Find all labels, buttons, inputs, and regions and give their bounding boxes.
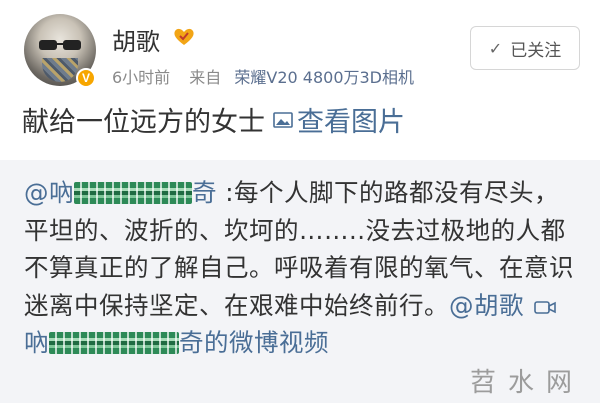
repost-text: @吶奇 :每个人脚下的路都没有尽头，平坦的、波折的、坎坷的……..没去过极地的人… (24, 174, 580, 362)
video-camera-icon (534, 300, 557, 314)
avatar-beard (42, 58, 78, 82)
image-icon (273, 111, 293, 128)
censored-mosaic (74, 182, 192, 204)
censored-mosaic (49, 332, 179, 354)
source-device[interactable]: 荣耀V20 4800万3D相机 (234, 68, 414, 87)
username[interactable]: 胡歌 (112, 22, 160, 57)
post-meta: 6小时前 来自 荣耀V20 4800万3D相机 (112, 64, 414, 88)
verified-badge-icon: V (76, 68, 96, 88)
source-label: 来自 (189, 68, 222, 87)
view-image-link[interactable]: 查看图片 (273, 100, 405, 139)
post-content: 献给一位远方的女士 查看图片 (22, 100, 405, 139)
follow-label: 已关注 (510, 40, 562, 61)
repost-box[interactable]: @吶奇 :每个人脚下的路都没有尽头，平坦的、波折的、坎坷的……..没去过极地的人… (0, 160, 600, 403)
check-icon: ✓ (488, 38, 503, 58)
post-time: 6小时前 (112, 68, 171, 87)
glasses-icon (39, 40, 81, 50)
view-image-label: 查看图片 (297, 107, 405, 138)
post-header: V 胡歌 6小时前 来自 荣耀V20 4800万3D相机 ✓ 已关注 (0, 0, 600, 96)
watermark: 苕水网 (469, 368, 584, 398)
follow-button[interactable]: ✓ 已关注 (470, 26, 580, 70)
fan-heart-icon (174, 28, 194, 45)
repost-mention[interactable]: @吶奇 (24, 178, 217, 207)
mention-user-link[interactable]: @胡歌 (449, 291, 524, 320)
post-text: 献给一位远方的女士 (22, 107, 265, 138)
